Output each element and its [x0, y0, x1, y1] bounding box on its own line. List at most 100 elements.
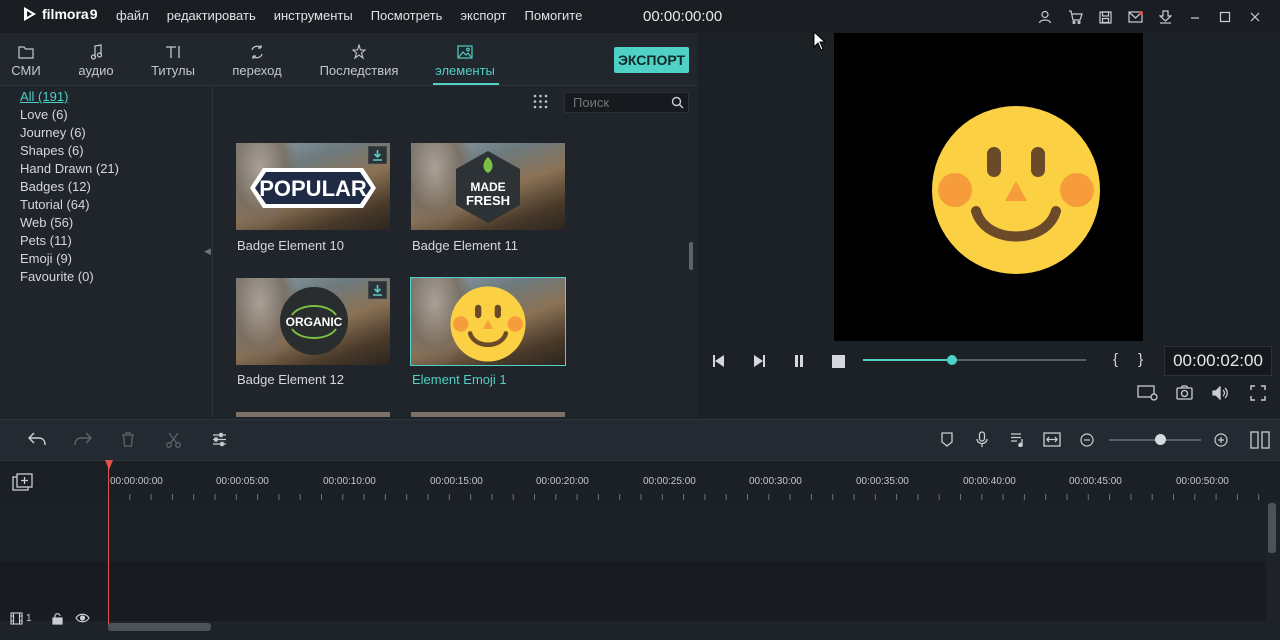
thumbnail-badge-element-10[interactable]: POPULAR [236, 143, 390, 230]
marker-icon[interactable] [941, 432, 953, 447]
ruler-tick-label: 00:00:30:00 [749, 476, 802, 487]
export-button[interactable]: ЭКСПОРТ [614, 47, 689, 73]
category-item[interactable]: Shapes (6) [20, 143, 84, 158]
panel-layout-icon[interactable] [1250, 431, 1270, 449]
thumbnail-label: Element Emoji 1 [412, 372, 507, 387]
step-forward-icon[interactable] [751, 354, 767, 368]
download-icon[interactable] [1156, 8, 1174, 26]
library-scrollbar[interactable] [689, 242, 693, 270]
project-timecode: 00:00:00:00 [643, 8, 723, 25]
category-item[interactable]: Favourite (0) [20, 269, 94, 284]
cart-icon[interactable] [1066, 8, 1084, 26]
popular-badge-graphic: POPULAR [250, 168, 376, 208]
undo-icon[interactable] [28, 432, 46, 446]
close-icon[interactable] [1246, 8, 1264, 26]
display-settings-icon[interactable] [1137, 385, 1159, 401]
tab-audio-label: аудио [78, 63, 114, 78]
zoom-out-icon[interactable] [1080, 433, 1094, 447]
category-item[interactable]: Love (6) [20, 107, 68, 122]
delete-icon[interactable] [121, 432, 135, 447]
fit-timeline-icon[interactable] [1043, 432, 1061, 447]
folder-icon [8, 41, 44, 63]
microphone-icon[interactable] [976, 431, 988, 448]
tab-media[interactable]: СМИ [8, 41, 44, 78]
category-item[interactable]: Hand Drawn (21) [20, 161, 119, 176]
lock-icon[interactable] [52, 612, 63, 625]
snapshot-camera-icon[interactable] [1176, 385, 1193, 400]
image-icon [434, 41, 496, 63]
save-icon[interactable] [1096, 8, 1114, 26]
thumbnail-label: Badge Element 12 [237, 372, 344, 387]
menu-edit[interactable]: редактировать [167, 8, 256, 23]
app-version: 9 [89, 6, 98, 22]
category-item[interactable]: Emoji (9) [20, 251, 72, 266]
emoji-preview-graphic [932, 106, 1100, 274]
add-track-icon[interactable] [12, 473, 34, 491]
tab-audio[interactable]: аудио [76, 41, 116, 78]
download-button[interactable] [368, 146, 387, 164]
ruler-tick-label: 00:00:00:00 [110, 476, 163, 487]
split-scissors-icon[interactable] [166, 432, 181, 448]
ruler-tick-label: 00:00:40:00 [963, 476, 1016, 487]
app-logo: filmora 9 [22, 6, 97, 22]
user-icon[interactable] [1036, 8, 1054, 26]
timeline-horizontal-scrollbar[interactable] [108, 623, 211, 631]
zoom-slider-handle[interactable] [1154, 434, 1166, 445]
category-item[interactable]: Pets (11) [20, 233, 72, 248]
tab-titles-label: Титулы [151, 63, 195, 78]
zoom-in-icon[interactable] [1214, 433, 1228, 447]
tab-titles[interactable]: Титулы [150, 41, 196, 78]
filmora-logo-icon [22, 6, 38, 22]
mark-in-out-buttons[interactable]: { } [1113, 351, 1151, 368]
fullscreen-icon[interactable] [1250, 385, 1266, 401]
track-header: 1 [10, 612, 32, 625]
tab-transitions-label: переход [232, 63, 282, 78]
made-fresh-badge-graphic: MADE FRESH [456, 151, 520, 223]
pause-icon[interactable] [793, 354, 805, 368]
category-item[interactable]: Web (56) [20, 215, 73, 230]
minimize-icon[interactable] [1186, 8, 1204, 26]
tab-media-label: СМИ [11, 63, 41, 78]
category-item[interactable]: Journey (6) [20, 125, 86, 140]
eye-visibility-icon[interactable] [75, 613, 90, 623]
thumbnail-element-emoji-1[interactable] [410, 277, 566, 366]
audio-mixer-icon[interactable] [1010, 432, 1025, 447]
menu-export[interactable]: экспорт [460, 8, 506, 23]
tab-transitions[interactable]: переход [230, 41, 284, 78]
menu-view[interactable]: Посмотреть [371, 8, 443, 23]
ruler-ticks [108, 488, 1268, 500]
step-back-icon[interactable] [711, 354, 727, 368]
thumbnail-badge-element-11[interactable]: MADE FRESH [411, 143, 565, 230]
tab-elements[interactable]: элементы [434, 41, 496, 78]
collapse-panel-icon[interactable]: ◀ [204, 246, 211, 257]
menu-help[interactable]: Помогите [525, 8, 583, 23]
stop-icon[interactable] [832, 355, 845, 368]
timeline-vertical-scrollbar[interactable] [1268, 503, 1276, 553]
mail-icon[interactable] [1126, 8, 1144, 26]
category-item[interactable]: Badges (12) [20, 179, 91, 194]
badge-text-line1: MADE [470, 180, 505, 194]
download-button[interactable] [368, 281, 387, 299]
playhead-handle[interactable] [105, 460, 113, 470]
audio-track[interactable] [0, 561, 1266, 621]
tab-elements-label: элементы [435, 63, 495, 78]
redo-icon[interactable] [74, 432, 92, 446]
tab-effects-label: Последствия [319, 63, 399, 78]
category-item[interactable]: Tutorial (64) [20, 197, 90, 212]
menu-tools[interactable]: инструменты [274, 8, 353, 23]
menu-file[interactable]: файл [116, 8, 149, 23]
emoji-thumbnail-graphic [450, 286, 526, 362]
grid-view-icon[interactable] [533, 94, 548, 109]
badge-text: ORGANIC [286, 315, 343, 329]
tab-effects[interactable]: Последствия [318, 41, 400, 78]
adjust-sliders-icon[interactable] [212, 432, 227, 447]
maximize-icon[interactable] [1216, 8, 1234, 26]
playhead-line[interactable] [108, 468, 109, 628]
ruler-tick-label: 00:00:15:00 [430, 476, 483, 487]
category-item[interactable]: All (191) [20, 89, 68, 104]
video-track[interactable] [0, 501, 1266, 561]
search-icon[interactable] [671, 96, 684, 109]
thumbnail-badge-element-12[interactable]: ORGANIC [236, 278, 390, 365]
top-right-icons [1036, 8, 1264, 26]
volume-icon[interactable] [1212, 386, 1230, 400]
